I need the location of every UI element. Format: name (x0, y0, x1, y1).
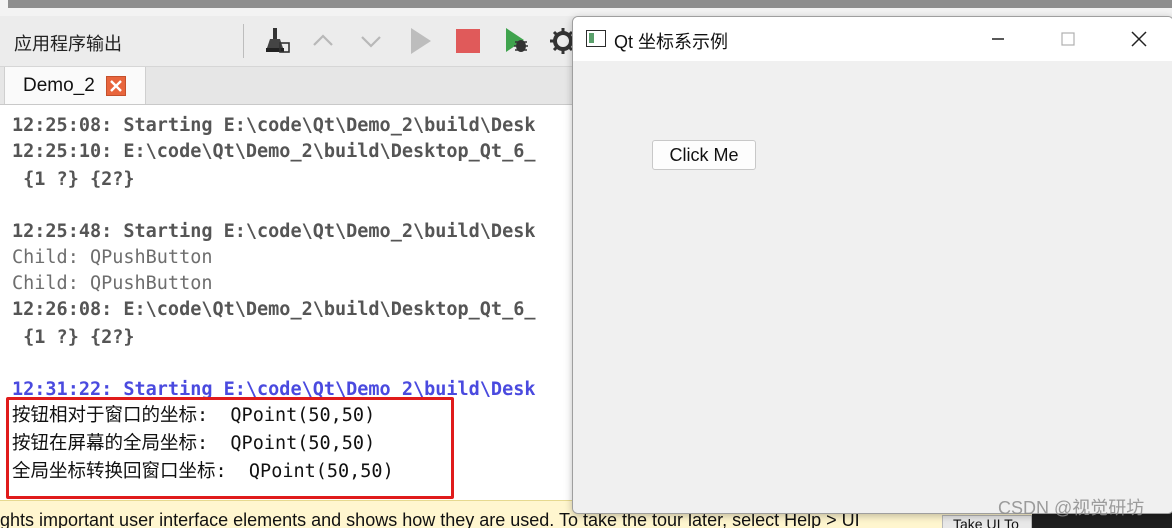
log-line: Child: QPushButton (12, 273, 213, 294)
clean-icon[interactable] (258, 24, 292, 58)
app-window-icon (586, 30, 606, 47)
close-icon[interactable] (1124, 27, 1154, 51)
output-tabbar: Demo_2 (0, 67, 580, 105)
tab-label: Demo_2 (23, 75, 95, 96)
log-line: 12:25:08: Starting E:\code\Qt\Demo_2\bui… (12, 115, 536, 136)
log-line: 12:26:08: E:\code\Qt\Demo_2\build\Deskto… (12, 299, 536, 320)
click-me-button[interactable]: Click Me (652, 140, 756, 170)
log-line: Child: QPushButton (12, 247, 213, 268)
qt-window-title: Qt 坐标系示例 (614, 32, 729, 52)
log-line: {1 ?} {2?} (12, 169, 135, 190)
output-pane-title: 应用程序输出 (14, 34, 122, 54)
maximize-icon[interactable] (1053, 27, 1083, 51)
tab-demo-2[interactable]: Demo_2 (4, 67, 146, 104)
run-icon[interactable] (403, 24, 437, 58)
toolbar-separator (243, 24, 244, 58)
watermark: CSDN @视觉研坊 (998, 498, 1145, 518)
down-arrow-icon[interactable] (354, 24, 388, 58)
debug-run-icon[interactable] (500, 24, 534, 58)
close-tab-icon[interactable] (106, 76, 126, 96)
minimize-icon[interactable] (983, 27, 1013, 51)
log-line: {1 ?} {2?} (12, 327, 135, 348)
up-arrow-icon[interactable] (306, 24, 340, 58)
log-line: 12:25:10: E:\code\Qt\Demo_2\build\Deskto… (12, 141, 536, 162)
qt-title-bar[interactable]: Qt 坐标系示例 (573, 17, 1172, 61)
highlight-box (6, 397, 454, 499)
qt-window: Qt 坐标系示例 Click Me (572, 16, 1172, 514)
scroll-strip (8, 0, 1172, 8)
log-line: 12:25:48: Starting E:\code\Qt\Demo_2\bui… (12, 221, 536, 242)
output-toolbar: 应用程序输出 (0, 16, 580, 67)
top-strip (0, 0, 1172, 16)
qt-window-body: Click Me (573, 61, 1172, 513)
stop-icon[interactable] (451, 24, 485, 58)
